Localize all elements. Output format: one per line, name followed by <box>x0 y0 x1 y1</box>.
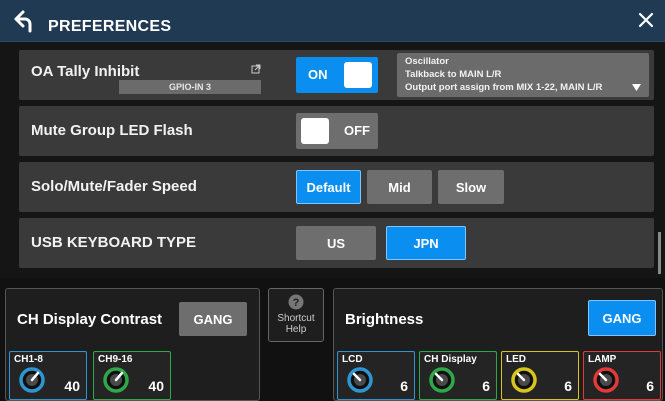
external-link-icon[interactable] <box>251 64 261 74</box>
ch-contrast-gang-button[interactable]: GANG <box>179 302 247 336</box>
svg-text:?: ? <box>293 297 300 309</box>
bottom-panel-area: CH Display Contrast GANG CH1-8 40 CH9-16… <box>0 278 665 401</box>
ch9-16-contrast-knob[interactable]: CH9-16 40 <box>93 351 171 400</box>
toggle-knob <box>344 62 372 88</box>
knob-dial-icon <box>347 367 373 393</box>
close-button[interactable] <box>630 4 662 36</box>
knob-label: CH9-16 <box>98 354 133 365</box>
page-title: PREFERENCES <box>48 18 172 35</box>
knob-label: CH1-8 <box>14 354 43 365</box>
brightness-gang-button[interactable]: GANG <box>588 300 656 336</box>
led-brightness-knob[interactable]: LED 6 <box>501 351 579 400</box>
knob-value: 40 <box>64 378 80 394</box>
keyboard-us-button[interactable]: US <box>296 226 376 260</box>
lamp-brightness-knob[interactable]: LAMP 6 <box>583 351 661 400</box>
mute-group-label: Mute Group LED Flash <box>31 122 193 139</box>
dropdown-line-1: Oscillator <box>405 56 449 67</box>
keyboard-row: USB KEYBOARD TYPE US JPN <box>19 218 654 268</box>
title-bar: PREFERENCES <box>0 0 665 42</box>
settings-list: OA Tally Inhibit GPIO-IN 3 ON Oscillator… <box>0 42 665 278</box>
mute-group-toggle[interactable]: OFF <box>296 113 378 149</box>
brightness-title: Brightness <box>345 311 424 328</box>
mute-group-row: Mute Group LED Flash OFF <box>19 106 654 156</box>
speed-mid-button[interactable]: Mid <box>367 170 432 204</box>
knob-label: LAMP <box>588 354 617 365</box>
knob-label: LCD <box>342 354 363 365</box>
shortcut-help-button[interactable]: ? Shortcut Help <box>268 288 324 342</box>
shortcut-label: Shortcut <box>277 313 315 324</box>
knob-label: LED <box>506 354 526 365</box>
knob-label: CH Display <box>424 354 477 365</box>
oa-tally-row: OA Tally Inhibit GPIO-IN 3 ON Oscillator… <box>19 50 654 100</box>
knob-value: 40 <box>148 378 164 394</box>
dropdown-line-2: Talkback to MAIN L/R <box>405 69 502 80</box>
ch-display-brightness-knob[interactable]: CH Display 6 <box>419 351 497 400</box>
toggle-on-text: ON <box>308 67 328 82</box>
oa-tally-targets-dropdown[interactable]: Oscillator Talkback to MAIN L/R Output p… <box>397 53 649 97</box>
close-icon <box>638 12 654 28</box>
knob-value: 6 <box>482 378 490 394</box>
scrollbar[interactable] <box>658 232 661 274</box>
toggle-off-text: OFF <box>344 123 370 138</box>
dropdown-line-3: Output port assign from MIX 1-22, MAIN L… <box>405 82 603 93</box>
oa-tally-toggle[interactable]: ON <box>296 57 378 93</box>
help-icon: ? <box>288 294 304 310</box>
ch-contrast-title: CH Display Contrast <box>17 311 163 328</box>
keyboard-label: USB KEYBOARD TYPE <box>31 234 197 251</box>
back-button[interactable] <box>4 3 40 39</box>
toggle-knob <box>301 118 329 144</box>
knob-dial-icon <box>19 367 45 393</box>
speed-label: Solo/Mute/Fader Speed <box>31 178 197 195</box>
knob-dial-icon <box>593 367 619 393</box>
brightness-panel: Brightness GANG LCD 6 CH Display 6 LED 6… <box>333 288 663 401</box>
knob-dial-icon <box>511 367 537 393</box>
dropdown-arrow-icon <box>632 84 641 91</box>
knob-value: 6 <box>400 378 408 394</box>
ch-display-contrast-panel: CH Display Contrast GANG CH1-8 40 CH9-16… <box>5 288 260 401</box>
ch1-8-contrast-knob[interactable]: CH1-8 40 <box>9 351 87 400</box>
knob-dial-icon <box>429 367 455 393</box>
keyboard-jpn-button[interactable]: JPN <box>386 226 466 260</box>
knob-value: 6 <box>646 378 654 394</box>
speed-default-button[interactable]: Default <box>296 170 361 204</box>
knob-dial-icon <box>103 367 129 393</box>
knob-value: 6 <box>564 378 572 394</box>
lcd-brightness-knob[interactable]: LCD 6 <box>337 351 415 400</box>
back-arrow-icon <box>14 10 32 33</box>
speed-slow-button[interactable]: Slow <box>438 170 504 204</box>
help-label: Help <box>285 324 307 335</box>
speed-row: Solo/Mute/Fader Speed Default Mid Slow <box>19 162 654 212</box>
gpio-select[interactable]: GPIO-IN 3 <box>119 80 261 94</box>
